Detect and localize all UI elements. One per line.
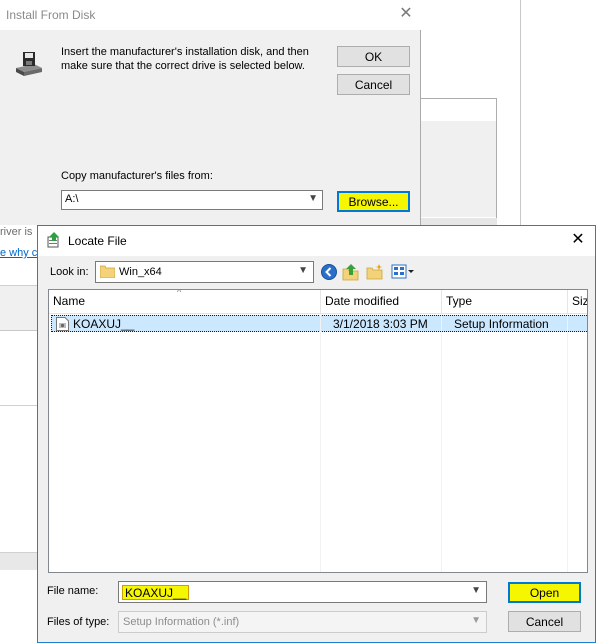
look-in-combobox[interactable]: Win_x64 ▼	[95, 261, 314, 283]
file-name-label: File name:	[47, 585, 99, 597]
dialog-titlebar: Locate File ✕	[38, 226, 595, 256]
look-in-value: Win_x64	[119, 266, 162, 278]
instruction-text: Insert the manufacturer's installation d…	[61, 46, 309, 72]
file-name-value: KOAXUJ__	[122, 585, 190, 600]
file-date-cell: 3/1/2018 3:03 PM	[333, 317, 428, 331]
files-of-type-value: Setup Information (*.inf)	[123, 616, 240, 628]
file-type-cell: Setup Information	[454, 317, 549, 331]
files-of-type-label: Files of type:	[47, 616, 110, 628]
files-of-type-select[interactable]: Setup Information (*.inf) ▼	[118, 611, 487, 633]
chevron-down-icon[interactable]: ▼	[308, 193, 318, 204]
background-divider	[0, 552, 40, 553]
cancel-button[interactable]: Cancel	[337, 74, 410, 95]
up-folder-icon[interactable]	[342, 263, 360, 281]
view-menu-icon[interactable]	[391, 263, 415, 281]
background-divider	[0, 330, 40, 331]
cancel-button[interactable]: Cancel	[508, 611, 581, 632]
file-name-cell: KOAXUJ__	[73, 317, 135, 331]
list-header: ^ Name Date modified Type Size	[49, 290, 587, 314]
setup-information-file-icon	[56, 317, 69, 331]
background-divider	[0, 405, 40, 406]
column-header-date-modified[interactable]: Date modified	[321, 290, 441, 313]
file-name-input[interactable]: KOAXUJ__ ▼	[118, 581, 487, 603]
background-partial-text: river is	[0, 226, 33, 238]
background-panel	[0, 285, 40, 330]
background-partial-link[interactable]: e why c	[0, 247, 37, 259]
setup-file-icon	[47, 232, 59, 248]
install-from-disk-dialog: Install From Disk ✕ Insert the manufactu…	[0, 0, 421, 225]
folder-icon	[100, 265, 115, 278]
chevron-down-icon[interactable]: ▼	[471, 585, 481, 596]
locate-file-dialog: Locate File ✕ Look in: Win_x64 ▼ ^ Name	[37, 225, 596, 643]
new-folder-icon[interactable]	[366, 263, 384, 281]
disk-drive-icon	[16, 52, 42, 76]
chevron-down-icon[interactable]: ▼	[471, 615, 481, 626]
copy-files-label: Copy manufacturer's files from:	[61, 170, 213, 182]
background-panel	[0, 552, 40, 570]
look-in-label: Look in:	[50, 266, 89, 278]
column-header-name[interactable]: Name	[49, 290, 320, 313]
column-header-size[interactable]: Size	[568, 290, 587, 313]
source-path-value: A:\	[65, 193, 79, 205]
close-icon[interactable]: ✕	[398, 4, 414, 24]
ok-button[interactable]: OK	[337, 46, 410, 67]
dialog-title: Locate File	[68, 234, 127, 248]
browse-button[interactable]: Browse...	[337, 191, 410, 212]
dialog-title: Install From Disk	[6, 8, 96, 22]
close-icon[interactable]: ✕	[570, 230, 586, 250]
dialog-titlebar: Install From Disk ✕	[0, 0, 421, 30]
chevron-down-icon[interactable]: ▼	[298, 265, 308, 276]
background-list	[420, 98, 497, 222]
open-button[interactable]: Open	[508, 582, 581, 603]
column-header-type[interactable]: Type	[442, 290, 567, 313]
source-path-combobox[interactable]: A:\ ▼	[61, 190, 323, 210]
file-list[interactable]: ^ Name Date modified Type Size KOAXUJ__ …	[48, 289, 588, 573]
back-icon[interactable]	[320, 263, 338, 281]
